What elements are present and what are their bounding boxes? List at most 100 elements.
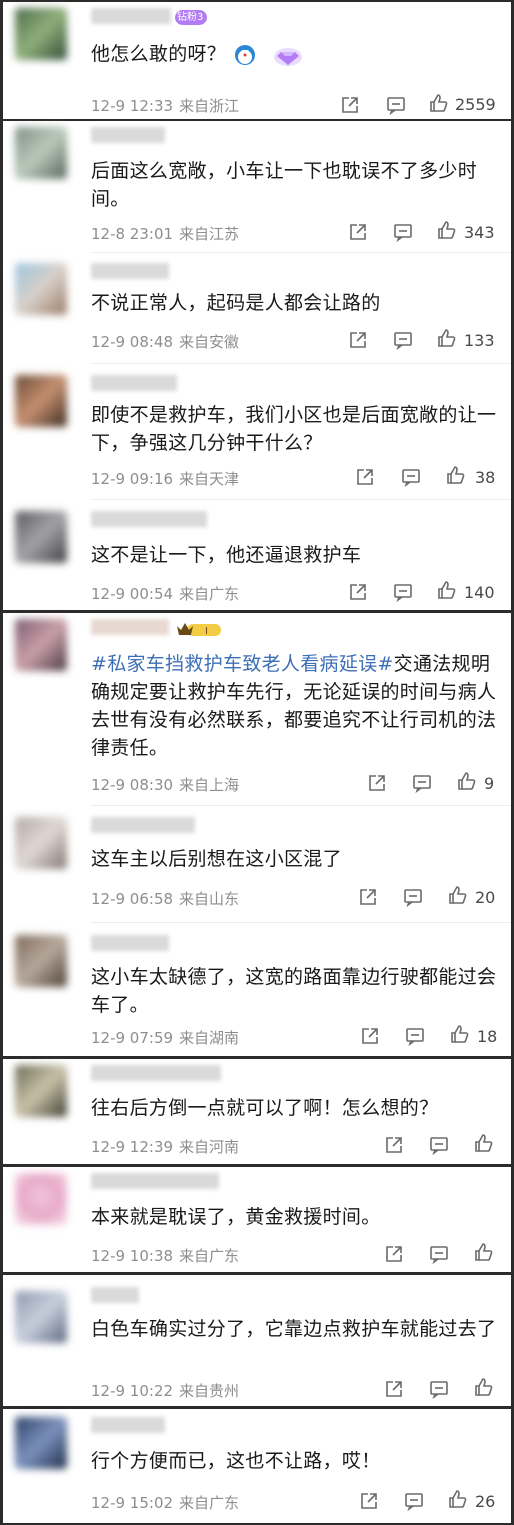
share-icon[interactable] [359,1491,379,1511]
comment-icon[interactable] [393,222,413,242]
avatar[interactable] [15,375,67,427]
avatar[interactable] [15,8,67,60]
share-icon[interactable] [358,887,378,907]
timestamp: 12-9 10:38 [91,1247,174,1265]
username[interactable] [91,127,165,143]
comment-icon[interactable] [405,1026,425,1046]
comment-text: 白色车确实过分了，它靠边点救护车就能过去了 [91,1318,497,1340]
thumbs-up-icon[interactable] [474,1242,494,1262]
location: 来自广东 [179,585,240,603]
comment-icon[interactable] [429,1135,449,1155]
thumbs-up-icon[interactable] [457,771,477,791]
location: 来自湖南 [179,1029,240,1047]
avatar[interactable] [15,127,67,179]
share-icon[interactable] [367,773,387,793]
comment-text: 本来就是耽误了，黄金救援时间。 [91,1206,381,1228]
location: 来自广东 [179,1247,240,1265]
comment-meta: 12-8 23:01 来自江苏 [91,223,239,244]
comment-text: 后面这么宽敞，小车让一下也耽误不了多少时间。 [91,160,478,210]
username[interactable] [91,1417,165,1433]
username[interactable] [91,1173,219,1189]
hashtag-link[interactable]: #私家车挡救护车致老人看病延误# [91,653,394,675]
avatar[interactable] [15,263,67,315]
timestamp: 12-9 12:39 [91,1138,174,1156]
location: 来自安徽 [179,333,240,351]
share-icon[interactable] [348,330,368,350]
thumbs-up-icon[interactable] [446,465,466,485]
thumbs-up-icon[interactable] [450,1024,470,1044]
share-icon[interactable] [384,1244,404,1264]
share-icon[interactable] [340,95,360,115]
thumbs-up-icon[interactable] [437,580,457,600]
comment-panel: 白色车确实过分了，它靠边点救护车就能过去了 12-9 10:22 来自贵州 [3,1275,511,1406]
location: 来自山东 [179,890,240,908]
comment-icon[interactable] [401,467,421,487]
thumbs-up-icon[interactable] [448,1489,468,1509]
avatar[interactable] [15,1065,67,1117]
comment-panel: 钻粉3 他怎么敢的呀？ 12-9 12:33 来自浙江 2559 [3,2,511,119]
thumbs-up-icon[interactable] [448,885,468,905]
comment-icon[interactable] [404,1491,424,1511]
divider [91,922,511,923]
like-count: 18 [477,1027,498,1046]
divider [91,499,511,500]
comment-icon[interactable] [393,582,413,602]
timestamp: 12-9 08:48 [91,333,174,351]
share-icon[interactable] [348,222,368,242]
comment-panel: 本来就是耽误了，黄金救援时间。 12-9 10:38 来自广东 [3,1167,511,1272]
comment-meta: 12-9 10:22 来自贵州 [91,1380,239,1401]
comment-icon[interactable] [393,330,413,350]
location: 来自河南 [179,1138,240,1156]
username[interactable] [91,8,171,24]
thumbs-up-icon[interactable] [474,1377,494,1397]
comment-icon[interactable] [429,1379,449,1399]
username[interactable] [91,1065,221,1081]
comment-icon[interactable] [386,95,406,115]
username[interactable] [91,263,169,279]
avatar[interactable] [15,1291,67,1343]
comment-text: 他怎么敢的呀？ [91,40,497,68]
username[interactable] [91,619,169,635]
thumbs-up-icon[interactable] [474,1133,494,1153]
comment-text: 不说正常人，起码是人都会让路的 [91,292,381,314]
thumbs-up-icon[interactable] [429,93,449,113]
comment-icon[interactable] [412,773,432,793]
username[interactable] [91,511,207,527]
location: 来自贵州 [179,1382,240,1400]
timestamp: 12-8 23:01 [91,225,174,243]
comment-text: 即使不是救护车，我们小区也是后面宽敞的让一下，争强这几分钟干什么？ [91,404,497,454]
avatar[interactable] [15,511,67,563]
avatar[interactable] [15,817,67,869]
avatar[interactable] [15,1173,67,1225]
username[interactable] [91,935,169,951]
timestamp: 12-9 00:54 [91,585,174,603]
comment-meta: 12-9 10:38 来自广东 [91,1245,239,1266]
share-icon[interactable] [355,467,375,487]
comment-panel: 往右后方倒一点就可以了啊！怎么想的？ 12-9 12:39 来自河南 [3,1059,511,1164]
like-count: 26 [475,1492,496,1511]
share-icon[interactable] [360,1026,380,1046]
comment-icon[interactable] [403,887,423,907]
avatar[interactable] [15,935,67,987]
comment-text: 行个方便而已，这也不让路，哎！ [91,1450,381,1472]
share-icon[interactable] [384,1379,404,1399]
location: 来自江苏 [179,225,240,243]
comment-meta: 12-9 00:54 来自广东 [91,583,239,604]
share-icon[interactable] [384,1135,404,1155]
comment-meta: 12-9 08:30 来自上海 [91,774,239,795]
timestamp: 12-9 09:16 [91,470,174,488]
divider [91,363,511,364]
thumbs-up-icon[interactable] [437,220,457,240]
username[interactable] [91,817,195,833]
divider [91,252,511,253]
share-icon[interactable] [348,582,368,602]
avatar[interactable] [15,619,67,671]
thumbs-up-icon[interactable] [437,328,457,348]
username[interactable] [91,1287,139,1303]
comment-meta: 12-9 12:39 来自河南 [91,1136,239,1157]
avatar[interactable] [15,1417,67,1469]
like-count: 9 [484,774,495,793]
username[interactable] [91,375,177,391]
comment-icon[interactable] [429,1244,449,1264]
comment-text: 这小车太缺德了，这宽的路面靠边行驶都能过会车了。 [91,966,497,1016]
